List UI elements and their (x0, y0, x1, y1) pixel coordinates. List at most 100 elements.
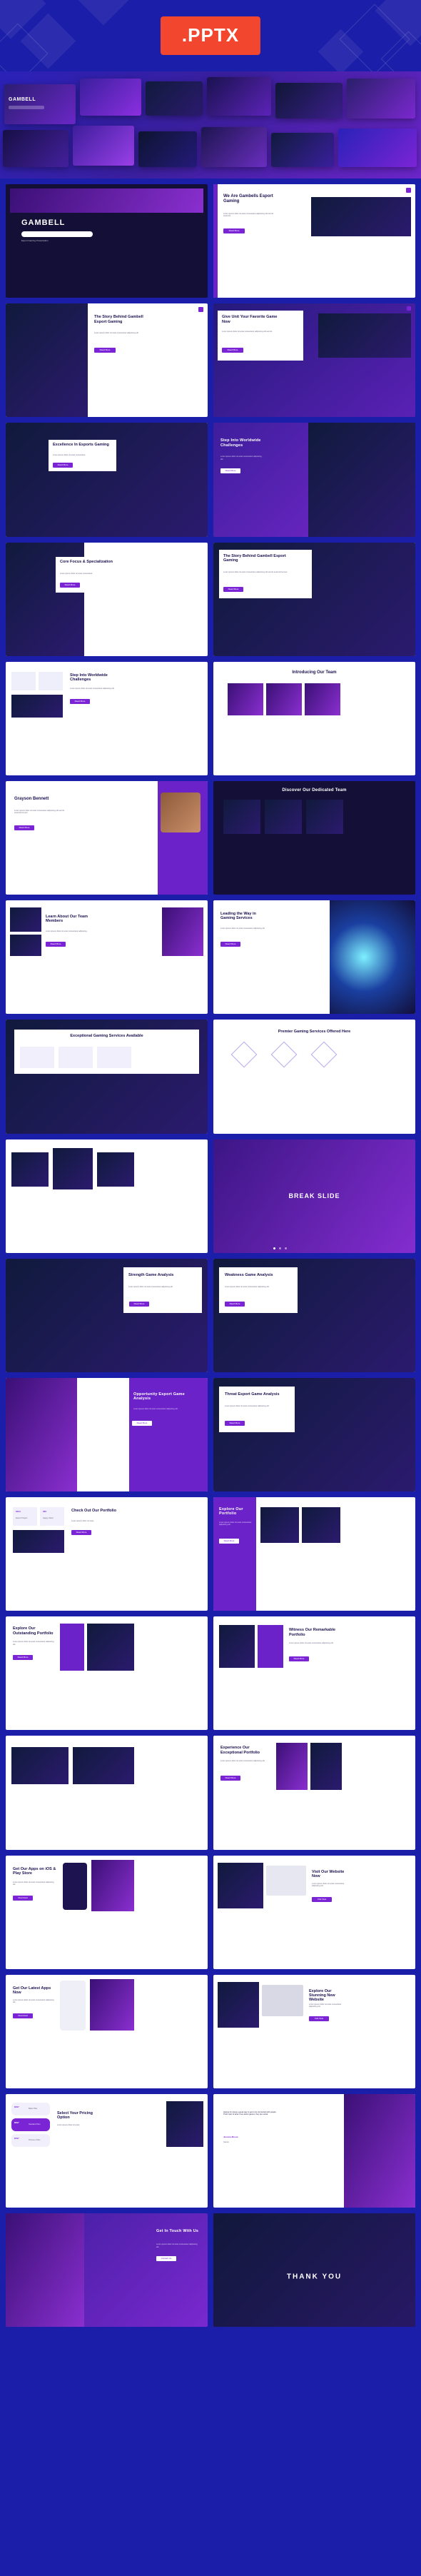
slide-button[interactable]: Read More (129, 1301, 149, 1307)
slide-opportunity[interactable]: Opportunity Esport Game Analysis Lorem i… (6, 1377, 208, 1492)
slide-gallery[interactable] (6, 1139, 208, 1253)
slide-testimonial[interactable]: Having fun Gave a great way to get to be… (213, 2094, 415, 2208)
slide-button[interactable]: Read More (223, 586, 243, 592)
pricing-plan-3[interactable]: $797 Premium Plan (11, 2134, 50, 2147)
slide-title: Experience Our Exceptional Portfolio (220, 1746, 260, 1755)
slide-button[interactable]: Download (13, 1895, 33, 1901)
service-card-2 (59, 1047, 93, 1069)
slide-subtitle: Lorem ipsum dolor sit amet consectetur a… (220, 456, 262, 461)
slide-image (6, 303, 88, 418)
slide-excellence[interactable]: Excellence In Esports Gaming Lorem ipsum… (6, 423, 208, 537)
slide-weakness[interactable]: Weakness Game Analysis Lorem ipsum dolor… (213, 1258, 415, 1372)
slide-step-cards[interactable]: Step Into Worldwide Challenges Lorem ips… (6, 661, 208, 775)
slide-subtitle: Lorem ipsum dolor sit amet. (57, 2124, 81, 2126)
slide-apps-store[interactable]: Get Our Apps on iOS & Play Store Lorem i… (6, 1855, 208, 1969)
slide-intro-split[interactable]: We Are Gambells Esport Gaming Lorem ipsu… (213, 184, 415, 298)
slide-pricing[interactable]: $497 Basic Plan $597 Standard Plan $797 … (6, 2094, 208, 2208)
slide-leading-way[interactable]: Leading the Way in Gaming Services Lorem… (213, 900, 415, 1015)
slide-story-left[interactable]: The Story Behind Gambell Esport Gaming L… (6, 303, 208, 418)
slide-witness[interactable]: Witness Our Remarkable Portfolio Lorem i… (213, 1616, 415, 1731)
monitor-mockup (266, 1865, 306, 1896)
slide-cover[interactable]: GAMBELL Esport Gaming Presentation (6, 184, 208, 298)
slide-button[interactable]: Read More (60, 582, 80, 588)
slide-button[interactable]: Read More (219, 1539, 239, 1544)
slide-story-right[interactable]: Give Unit Your Favorite Game Now Lorem i… (213, 303, 415, 418)
slide-story-card[interactable]: The Story Behind Gambell Esport Gaming L… (213, 542, 415, 656)
slide-button[interactable]: Visit Now (309, 2016, 329, 2021)
slide-button[interactable]: Read More (220, 1776, 240, 1781)
slide-button[interactable]: Read More (225, 1420, 245, 1426)
slide-threat[interactable]: Threat Esport Game Analysis Lorem ipsum … (213, 1377, 415, 1492)
slide-team-intro[interactable]: Introducing Our Team (213, 661, 415, 775)
slide-image (166, 2101, 203, 2147)
slide-button[interactable]: Download (13, 2013, 33, 2018)
slide-title: Get Our Latest Apps Now (13, 1986, 51, 1996)
pptx-badge: .PPTX (160, 16, 261, 55)
slide-contact[interactable]: Get In Touch With Us Lorem ipsum dolor s… (6, 2213, 208, 2328)
slide-button[interactable]: Visit Now (312, 1896, 332, 1902)
hero-brand-label: GAMBELL (9, 97, 36, 102)
slide-button[interactable]: Read More (132, 1420, 152, 1426)
team-photo-2 (266, 683, 302, 715)
slide-strength[interactable]: Strength Game Analysis Lorem ipsum dolor… (6, 1258, 208, 1372)
slide-corefocus[interactable]: Core Focus & Specialization Lorem ipsum … (6, 542, 208, 656)
slide-button[interactable]: Read More (225, 1301, 245, 1307)
slide-subtitle: Lorem ipsum dolor sit amet consectetur a… (225, 1404, 270, 1407)
slide-premier[interactable]: Premier Gaming Services Offered Here (213, 1020, 415, 1134)
plan-price-1: $497 (14, 2105, 19, 2108)
slide-check-portfolio[interactable]: 2024 Esport Project 350 Happy Client Che… (6, 1497, 208, 1611)
slide-button[interactable]: Read More (222, 348, 243, 353)
slide-step-right[interactable]: Step Into Worldwide Challenges Lorem ips… (213, 423, 415, 537)
slide-subtitle: Lorem ipsum dolor sit amet consectetur. (53, 454, 86, 457)
slide-person-profile[interactable]: Grayson Bennett Lorem ipsum dolor sit am… (6, 780, 208, 895)
slide-button[interactable]: Read More (70, 698, 90, 704)
slide-explore-portfolio[interactable]: Explore Our Portfolio Lorem ipsum dolor … (213, 1497, 415, 1611)
slide-break[interactable]: BREAK SLIDE (213, 1139, 415, 1253)
slide-thankyou[interactable]: THANK YOU (213, 2213, 415, 2328)
slide-button[interactable]: Read More (220, 468, 240, 474)
slide-button[interactable]: Contact Us (156, 2256, 176, 2262)
slide-title: Check Out Our Portfolio (71, 1509, 116, 1514)
slide-button[interactable]: Read More (289, 1656, 309, 1662)
slide-portfolio-wide[interactable] (6, 1736, 208, 1850)
slide-subtitle: Lorem ipsum dolor sit amet consectetur a… (128, 1285, 173, 1288)
slide-title: Excellence In Esports Gaming (53, 443, 109, 448)
slide-dedicated-team[interactable]: Discover Our Dedicated Team (213, 780, 415, 895)
slide-button[interactable]: Read More (71, 1530, 91, 1536)
slide-button[interactable]: Read More (53, 463, 73, 468)
slide-button[interactable]: Read More (223, 228, 245, 233)
hero-tile-cover: GAMBELL (4, 84, 76, 124)
slide-experience[interactable]: Experience Our Exceptional Portfolio Lor… (213, 1736, 415, 1850)
pricing-plan-2[interactable]: $597 Standard Plan (11, 2118, 50, 2131)
gallery-image-2 (53, 1147, 93, 1189)
team-photo-1 (223, 799, 260, 834)
slide-stunning-web[interactable]: Explore Our Stunning New Website Lorem i… (213, 1974, 415, 2088)
slide-button[interactable]: Read More (220, 942, 240, 947)
slide-website[interactable]: Visit Our Website Now Lorem ipsum dolor … (213, 1855, 415, 1969)
slide-title: Learn About Our Team Members (46, 915, 88, 924)
phone-mockup (63, 1862, 87, 1910)
slide-title: Discover Our Dedicated Team (282, 788, 347, 793)
slide-exceptional[interactable]: Exceptional Gaming Services Available (6, 1020, 208, 1134)
stat-value-2: 350 (43, 1510, 47, 1514)
slide-title: Strength Game Analysis (128, 1272, 174, 1277)
pricing-plan-1[interactable]: $497 Basic Plan (11, 2103, 50, 2115)
slide-outstanding[interactable]: Explore Our Outstanding Portfolio Lorem … (6, 1616, 208, 1731)
slide-card-1 (11, 671, 36, 690)
slide-button[interactable]: Read More (13, 1655, 33, 1661)
slide-title: Introducing Our Team (292, 670, 337, 675)
slide-subtitle: Lorem ipsum dolor sit amet consectetur a… (94, 332, 139, 335)
slide-team-members[interactable]: Learn About Our Team Members Lorem ipsum… (6, 900, 208, 1015)
slide-button[interactable]: Read More (14, 825, 34, 830)
slide-title: Opportunity Esport Game Analysis (133, 1392, 185, 1402)
slide-button[interactable]: Read More (46, 942, 66, 947)
slide-subtitle: Lorem ipsum dolor sit amet consectetur a… (289, 1642, 334, 1645)
portfolio-accent (60, 1624, 84, 1671)
slide-title: Get Our Apps on iOS & Play Store (13, 1866, 56, 1876)
slide-button[interactable]: Read More (94, 348, 116, 353)
slide-subtitle: Lorem ipsum dolor sit amet consectetur a… (14, 809, 65, 815)
slide-image (13, 1530, 64, 1554)
slide-image (91, 1859, 134, 1911)
slide-latest-apps[interactable]: Get Our Latest Apps Now Lorem ipsum dolo… (6, 1974, 208, 2088)
slide-search-bar (21, 231, 93, 237)
